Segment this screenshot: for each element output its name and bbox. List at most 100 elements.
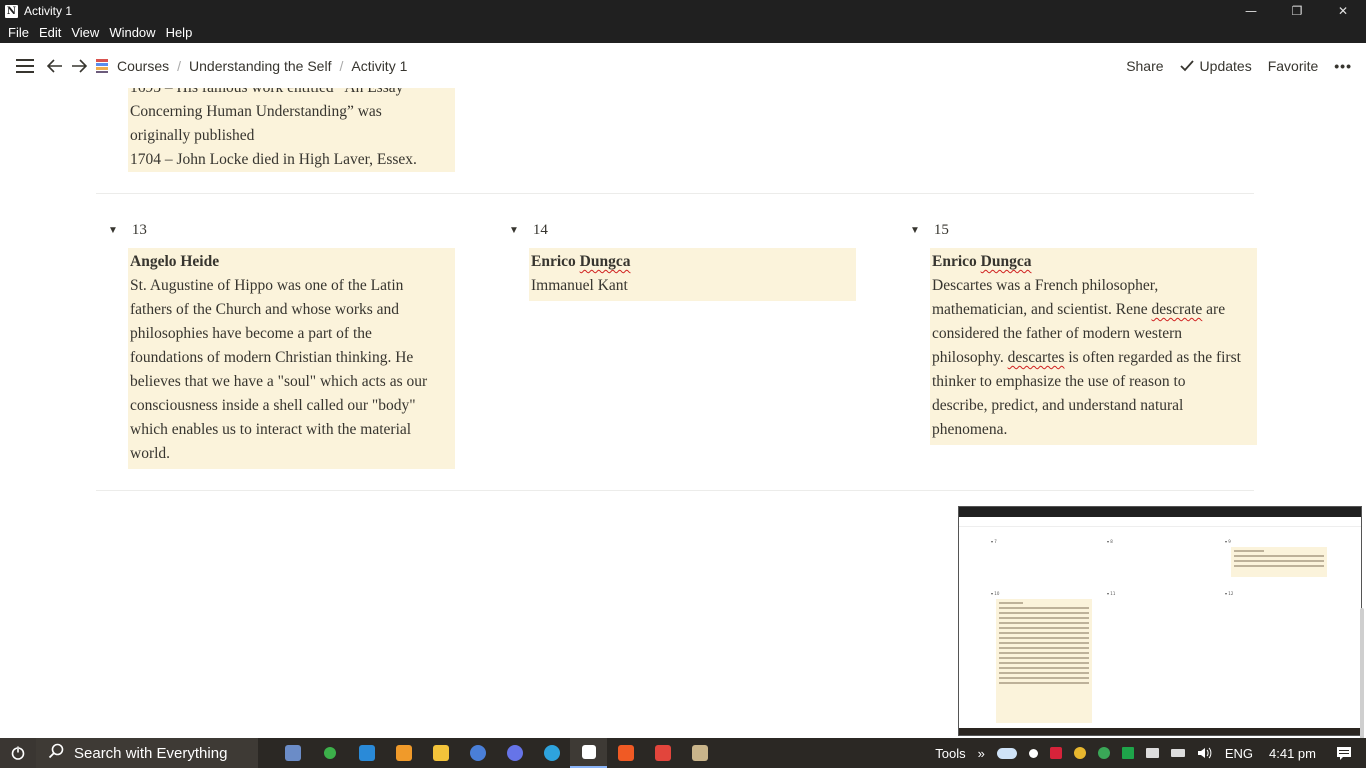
network-icon[interactable] (1145, 748, 1159, 758)
favorite-button[interactable]: Favorite (1268, 58, 1319, 74)
menu-file[interactable]: File (8, 25, 29, 40)
toggle-14[interactable]: ▼ 14 (509, 222, 548, 239)
student-name: Enrico Dungca (932, 253, 1032, 270)
taskbar-app-discord-icon[interactable] (496, 738, 533, 768)
maximize-button[interactable]: ❐ (1274, 0, 1320, 22)
toggle-triangle-icon[interactable]: ▼ (108, 225, 118, 236)
callout-line: 1693 – His famous work entitled “An Essa… (130, 88, 455, 100)
student-name: Angelo Heide (130, 253, 220, 270)
taskbar-app-folder-icon[interactable] (422, 738, 459, 768)
callout-line: Descartes was a French philosopher, (932, 277, 1159, 294)
callout-line: consciousness inside a shell called our … (130, 397, 416, 414)
callout-enrico-dungca-descartes[interactable]: Enrico Dungca Descartes was a French phi… (930, 248, 1257, 445)
callout-line: originally published (130, 127, 255, 144)
volume-icon[interactable] (1197, 746, 1213, 760)
updates-label: Updates (1199, 57, 1252, 74)
record-icon[interactable] (1028, 748, 1038, 758)
onedrive-icon[interactable] (996, 747, 1017, 759)
breadcrumb-activity-1[interactable]: Activity 1 (351, 58, 407, 74)
search-icon (48, 743, 64, 763)
callout-angelo-heide[interactable]: Angelo Heide St. Augustine of Hippo was … (128, 248, 455, 469)
callout-line: Immanuel Kant (531, 277, 628, 294)
tray-expand-icon[interactable]: » (978, 746, 985, 761)
taskbar-app-vscode-icon[interactable] (348, 738, 385, 768)
callout-line: Concerning Human Understanding” was (130, 103, 382, 120)
menu-help[interactable]: Help (166, 25, 193, 40)
notion-topbar: Courses / Understanding the Self / Activ… (0, 43, 1366, 88)
more-options-icon[interactable]: ••• (1334, 58, 1352, 74)
books-icon (95, 58, 109, 74)
chrome-icon[interactable] (1073, 747, 1086, 759)
callout-line: foundations of modern Christian thinking… (130, 349, 414, 366)
start-button[interactable] (0, 738, 36, 768)
taskbar-app-notion-icon[interactable] (570, 738, 607, 768)
callout-enrico-dungca-kant[interactable]: Enrico Dungca Immanuel Kant (529, 248, 856, 301)
toggle-triangle-icon[interactable]: ▼ (910, 225, 920, 236)
callout-line: believes that we have a "soul" which act… (130, 373, 428, 390)
taskbar-search[interactable]: Search with Everything (36, 738, 258, 768)
language-indicator[interactable]: ENG (1225, 746, 1253, 761)
search-placeholder: Search with Everything (74, 744, 228, 762)
power-icon (11, 746, 25, 760)
callout-line: considered the father of modern western (932, 325, 1183, 342)
taskbar-app-brave-icon[interactable] (607, 738, 644, 768)
taskbar-app-explorer-icon[interactable] (274, 738, 311, 768)
taskbar-app-browser-icon[interactable] (459, 738, 496, 768)
nvidia-icon[interactable] (1121, 747, 1134, 759)
callout-line: which enables us to interact with the ma… (130, 421, 412, 438)
callout-line: philosophy. descartes is often regarded … (932, 349, 1241, 366)
breadcrumb-understanding-the-self[interactable]: Understanding the Self (189, 58, 331, 74)
menu-edit[interactable]: Edit (39, 25, 61, 40)
callout-line: thinker to emphasize the use of reason t… (932, 373, 1186, 390)
taskbar-app-telegram-icon[interactable] (533, 738, 570, 768)
forward-arrow-icon[interactable] (71, 58, 87, 73)
callout-line: philosophies have become a part of the (130, 325, 372, 342)
toggle-13[interactable]: ▼ 13 (108, 222, 147, 239)
clock[interactable]: 4:41 pm (1269, 746, 1316, 761)
battery-icon[interactable] (1170, 749, 1185, 757)
toggle-triangle-icon[interactable]: ▼ (509, 225, 519, 236)
breadcrumb: Courses / Understanding the Self / Activ… (95, 58, 407, 74)
window-title: Activity 1 (24, 4, 73, 18)
callout-line: phenomena. (932, 421, 1008, 438)
scrollbar-thumb[interactable] (1360, 608, 1364, 738)
menu-bar: File Edit View Window Help (0, 22, 1366, 43)
menu-window[interactable]: Window (109, 25, 155, 40)
divider (96, 193, 1254, 194)
taskbar-app-sublime-icon[interactable] (385, 738, 422, 768)
taskbar-apps (274, 738, 718, 768)
check-icon (1179, 59, 1194, 71)
updates-button[interactable]: Updates (1179, 57, 1252, 74)
student-name: Enrico Dungca (531, 253, 631, 270)
sidebar-toggle-icon[interactable] (15, 58, 35, 73)
back-arrow-icon[interactable] (47, 58, 63, 73)
taskbar-app-brave-beta-icon[interactable] (644, 738, 681, 768)
menu-view[interactable]: View (71, 25, 99, 40)
page-content: 1693 – His famous work entitled “An Essa… (0, 88, 1366, 738)
tools-toolbar[interactable]: Tools (935, 746, 965, 761)
window-preview-thumbnail[interactable]: ▾ 7 ▾ 8 ▾ 9 ▾ 10 ▾ 11 ▾ 12 (958, 506, 1362, 736)
system-tray: Tools » ENG 4:41 pm (929, 738, 1366, 768)
minimize-button[interactable]: — (1228, 0, 1274, 22)
taskbar-app-photos-icon[interactable] (681, 738, 718, 768)
callout-line: world. (130, 445, 171, 462)
share-button[interactable]: Share (1126, 58, 1163, 74)
toggle-15[interactable]: ▼ 15 (910, 222, 949, 239)
close-button[interactable]: ✕ (1320, 0, 1366, 22)
breadcrumb-courses[interactable]: Courses (117, 58, 169, 74)
callout-line: mathematician, and scientist. Rene descr… (932, 301, 1226, 318)
callout-line: 1704 – John Locke died in High Laver, Es… (130, 151, 417, 168)
toggle-number: 14 (532, 222, 548, 238)
taskbar: Search with Everything Tools » ENG 4:41 … (0, 738, 1366, 768)
callout-line: fathers of the Church and whose works an… (130, 301, 400, 318)
tray-app-green-icon[interactable] (1097, 747, 1110, 759)
notion-logo-icon: N (5, 4, 18, 18)
tray-app-red-icon[interactable] (1049, 747, 1062, 759)
window-title-bar: N Activity 1 — ❐ ✕ (0, 0, 1366, 22)
callout-line: St. Augustine of Hippo was one of the La… (130, 277, 404, 294)
taskbar-app-green-icon[interactable] (311, 738, 348, 768)
divider (96, 490, 1254, 491)
notifications-icon[interactable] (1336, 746, 1352, 760)
toggle-number: 13 (131, 222, 147, 238)
callout-john-locke-timeline[interactable]: 1693 – His famous work entitled “An Essa… (128, 88, 455, 172)
